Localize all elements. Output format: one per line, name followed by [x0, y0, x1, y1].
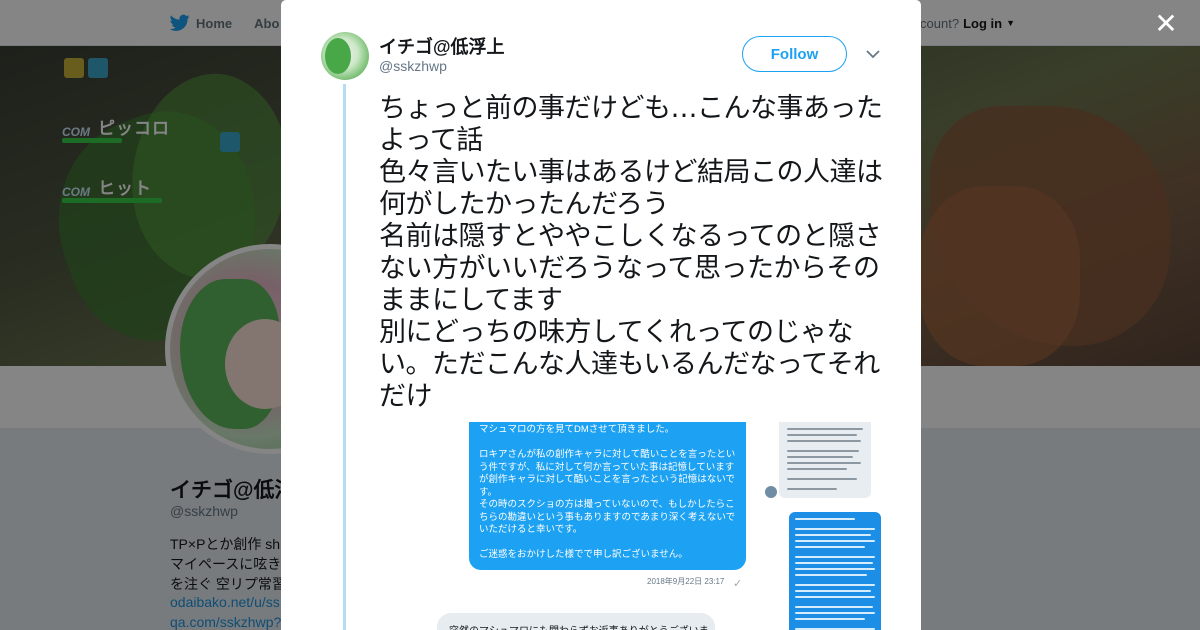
screenshot-thumbnail [789, 512, 881, 630]
text-line [787, 440, 861, 442]
tweet-modal: イチゴ@低浮上 @sskzhwp Follow ちょっと前の事だけども…こんな事… [281, 0, 921, 630]
avatar [765, 486, 777, 498]
screenshot-thumbnail [779, 422, 871, 498]
dm-reply-bubble: 突然のマシュマロにも関わらずお返事ありがとうございま [437, 613, 715, 630]
text-line [795, 618, 865, 620]
text-line [787, 468, 847, 470]
dm-message-bubble: マシュマロの方を見てDMさせて頂きました。 ロキアさんが私の創作キャラに対して酷… [469, 422, 746, 570]
text-line [795, 612, 875, 614]
text-line [795, 596, 875, 598]
text-line [795, 568, 875, 570]
tweet-text: ちょっと前の事だけども…こんな事あったよって話 色々言いたい事はあるけど結局この… [379, 93, 883, 412]
chevron-down-icon[interactable] [865, 46, 881, 62]
text-line [795, 540, 875, 542]
text-line [795, 590, 871, 592]
thread-line [343, 84, 346, 630]
text-line [787, 428, 863, 430]
text-line [795, 534, 871, 536]
tweet-author-name[interactable]: イチゴ@低浮上 [379, 33, 505, 59]
text-line [787, 462, 861, 464]
text-line [787, 456, 853, 458]
check-icon: ✓ [733, 578, 743, 590]
close-icon[interactable]: ✕ [1152, 10, 1180, 38]
text-line [795, 518, 855, 520]
text-line [787, 488, 837, 490]
text-line [795, 574, 867, 576]
tweet-media-image[interactable]: マシュマロの方を見てDMさせて頂きました。 ロキアさんが私の創作キャラに対して酷… [379, 422, 751, 630]
text-line [787, 434, 857, 436]
dm-timestamp: 2018年9月22日 23:17 [647, 577, 725, 586]
text-line [787, 478, 857, 480]
tweet-author-handle[interactable]: @sskzhwp [379, 58, 447, 74]
text-line [795, 584, 875, 586]
text-line [795, 528, 875, 530]
text-line [795, 562, 873, 564]
text-line [787, 450, 859, 452]
tweet-media-image[interactable] [755, 422, 889, 630]
text-line [795, 556, 875, 558]
tweet-author-avatar[interactable] [321, 32, 369, 80]
avatar-hair [325, 38, 351, 74]
follow-button[interactable]: Follow [742, 36, 847, 72]
text-line [795, 606, 873, 608]
text-line [795, 546, 865, 548]
